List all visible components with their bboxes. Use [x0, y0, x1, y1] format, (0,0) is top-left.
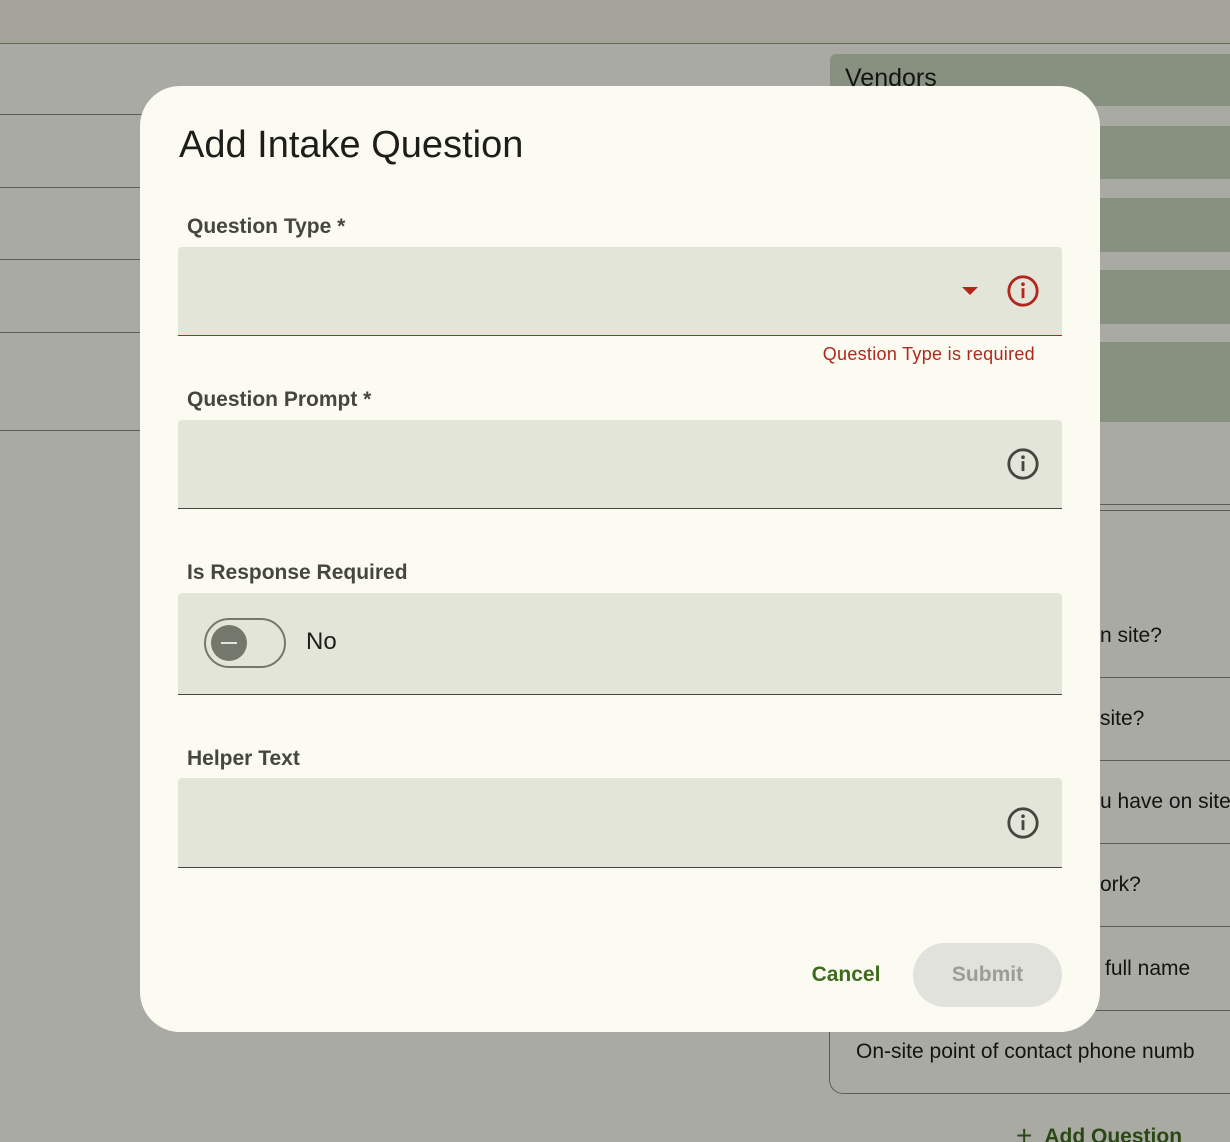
response-required-toggle[interactable] [204, 618, 286, 668]
response-required-field: No [178, 593, 1062, 695]
dropdown-arrow-icon[interactable] [962, 287, 978, 295]
question-type-error: Question Type is required [822, 344, 1035, 364]
toggle-state-label: No [306, 628, 337, 655]
helper-text-label: Helper Text [187, 747, 300, 770]
info-icon[interactable] [1006, 447, 1040, 481]
cancel-button[interactable]: Cancel [796, 943, 896, 1007]
add-intake-question-dialog: Add Intake Question Question Type * Ques… [140, 86, 1100, 1032]
toggle-knob-minus-icon [211, 625, 247, 661]
submit-button[interactable]: Submit [913, 943, 1062, 1007]
dialog-title: Add Intake Question [179, 124, 524, 166]
question-prompt-input[interactable] [178, 420, 1062, 509]
helper-text-input[interactable] [178, 778, 1062, 868]
question-prompt-label: Question Prompt * [187, 388, 372, 411]
info-icon[interactable] [1006, 274, 1040, 308]
question-type-select[interactable] [178, 247, 1062, 336]
response-required-label: Is Response Required [187, 561, 408, 584]
question-type-label: Question Type * [187, 215, 346, 238]
info-icon[interactable] [1006, 806, 1040, 840]
